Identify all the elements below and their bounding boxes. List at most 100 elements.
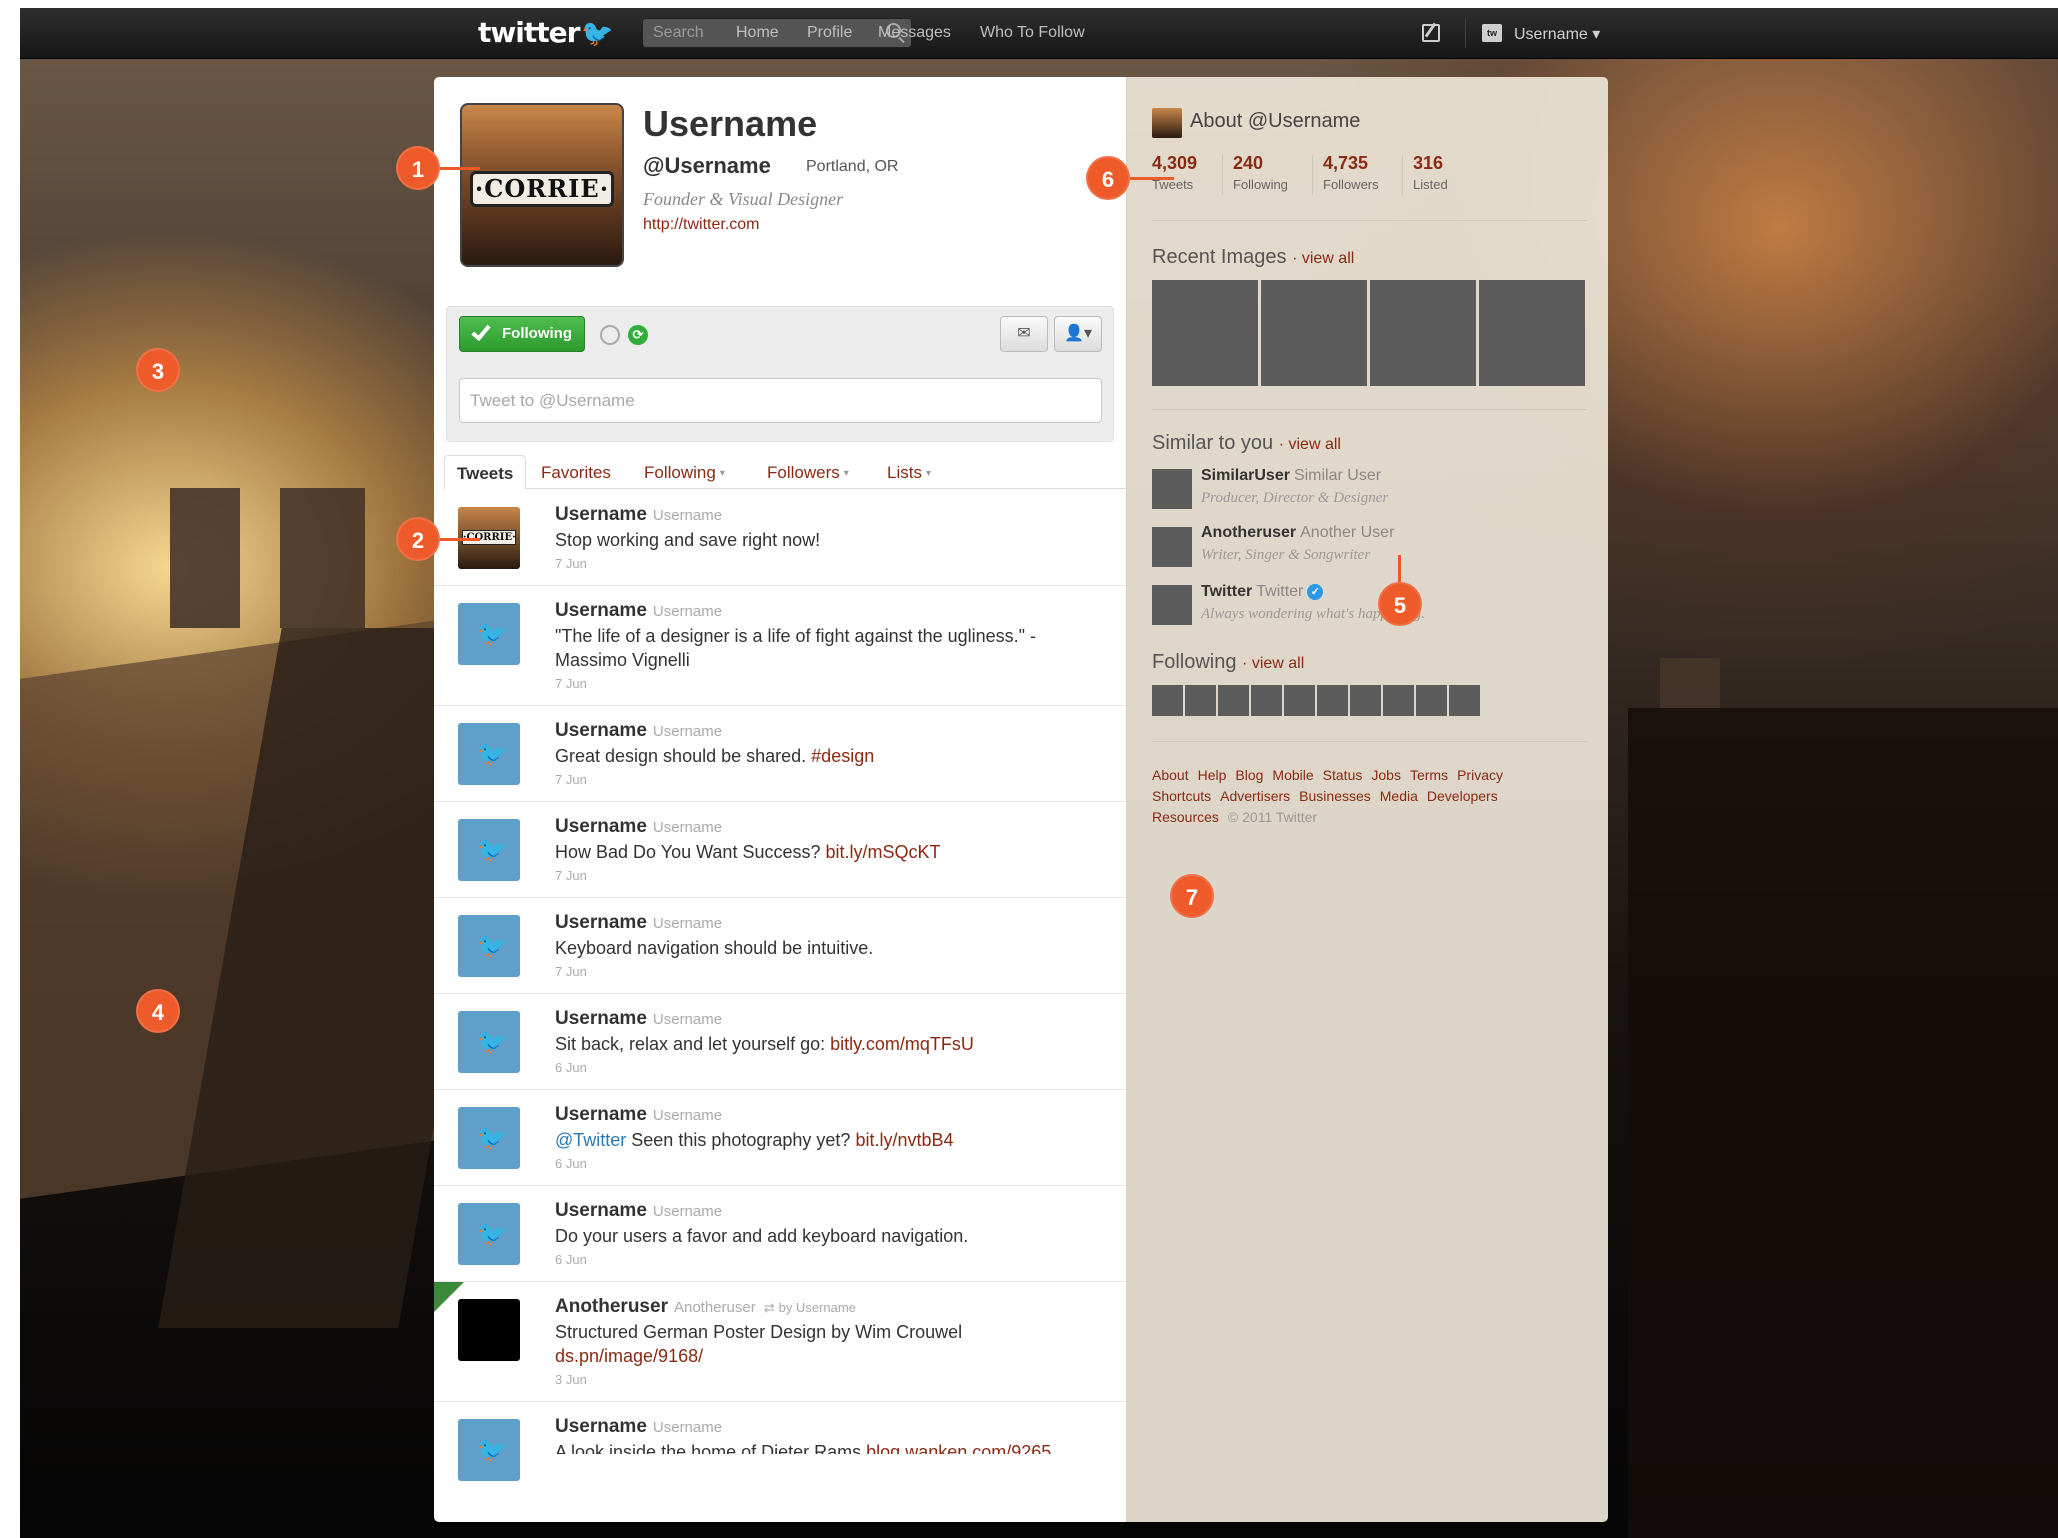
nav-messages[interactable]: Messages (878, 24, 951, 42)
tweet-item[interactable]: 🐦 Username Username A look inside the hom… (434, 1402, 1126, 1522)
tweet-date[interactable]: 7 Jun (555, 676, 587, 691)
footer-link-media[interactable]: Media (1380, 788, 1418, 804)
following-button[interactable]: Following (459, 316, 585, 352)
similar-user-avatar[interactable] (1152, 469, 1192, 509)
tweet-item[interactable]: 🐦 Username Username Sit back, relax and l… (434, 994, 1126, 1090)
tab-lists[interactable]: Lists ▾ (887, 463, 931, 483)
similar-user-avatar[interactable] (1152, 585, 1192, 625)
tweet-item[interactable]: 🐦 Username Username Keyboard navigation s… (434, 898, 1126, 994)
tweet-link[interactable]: bit.ly/mSQcKT (825, 842, 940, 862)
following-avatar[interactable] (1317, 685, 1348, 716)
nav-home[interactable]: Home (736, 24, 779, 42)
stat-following[interactable]: 240 Following (1233, 153, 1288, 192)
footer-link-status[interactable]: Status (1323, 767, 1363, 783)
tweet-avatar[interactable]: 🐦 (458, 1419, 520, 1481)
tab-tweets[interactable]: Tweets (444, 455, 527, 490)
tweet-avatar[interactable] (458, 1299, 520, 1361)
following-avatar[interactable] (1416, 685, 1447, 716)
tweet-link[interactable]: bit.ly/nvtbB4 (855, 1130, 953, 1150)
recent-image[interactable] (1261, 280, 1367, 386)
message-button[interactable]: ✉ (1000, 316, 1048, 352)
tweet-item[interactable]: 🐦 Username Username "The life of a design… (434, 586, 1126, 706)
tweet-avatar[interactable]: 🐦 (458, 1203, 520, 1265)
tweet-item[interactable]: 🐦 Username Username @Twitter Seen this ph… (434, 1090, 1126, 1186)
footer-link-privacy[interactable]: Privacy (1457, 767, 1503, 783)
tweet-item[interactable]: Anotheruser Anotheruser ⇄ by Username Struc… (434, 1282, 1126, 1402)
footer-link-shortcuts[interactable]: Shortcuts (1152, 788, 1211, 804)
footer-link-developers[interactable]: Developers (1427, 788, 1498, 804)
tweet-author[interactable]: Username Username (555, 816, 722, 838)
tweet-date[interactable]: 3 Jun (555, 1372, 587, 1387)
footer-link-jobs[interactable]: Jobs (1371, 767, 1401, 783)
tweet-date[interactable]: 7 Jun (555, 868, 587, 883)
tweet-author[interactable]: Username Username (555, 912, 722, 934)
recent-image[interactable] (1152, 280, 1258, 386)
following-avatar[interactable] (1185, 685, 1216, 716)
similar-view-all[interactable]: · view all (1279, 436, 1341, 453)
similar-user-name[interactable]: Twitter Twitter ✓ (1201, 583, 1324, 601)
retweets-icon[interactable]: ⟳ (628, 325, 648, 345)
footer-link-businesses[interactable]: Businesses (1299, 788, 1371, 804)
tweet-to-input[interactable]: Tweet to @Username (459, 378, 1102, 423)
tweet-item[interactable]: 🐦 Username Username How Bad Do You Want S… (434, 802, 1126, 898)
tweet-item[interactable]: 🐦 Username Username Great design should b… (434, 706, 1126, 802)
stat-tweets[interactable]: 4,309 Tweets (1152, 153, 1197, 192)
tweet-avatar[interactable]: 🐦 (458, 723, 520, 785)
tweet-avatar[interactable]: 🐦 (458, 1011, 520, 1073)
recent-images-view-all[interactable]: · view all (1292, 250, 1354, 267)
following-avatar[interactable] (1350, 685, 1381, 716)
stat-listed[interactable]: 316 Listed (1413, 153, 1448, 192)
tweet-author[interactable]: Username Username (555, 600, 722, 622)
profile-url[interactable]: http://twitter.com (643, 216, 759, 234)
user-actions-button[interactable]: 👤▾ (1054, 316, 1102, 352)
tweet-item[interactable]: 🐦 Username Username Do your users a favor… (434, 1186, 1126, 1282)
tweet-author[interactable]: Username Username (555, 504, 722, 526)
footer-link-blog[interactable]: Blog (1235, 767, 1263, 783)
tweet-avatar[interactable]: 🐦 (458, 603, 520, 665)
tweet-date[interactable]: 7 Jun (555, 772, 587, 787)
tab-followers[interactable]: Followers ▾ (767, 463, 849, 483)
similar-user-name[interactable]: Anotheruser Another User (1201, 524, 1394, 542)
tweet-author[interactable]: Username Username (555, 720, 722, 742)
tweet-mention[interactable]: @Twitter (555, 1130, 626, 1150)
tweet-item[interactable]: ·CORRIE· Username Username Stop working a… (434, 490, 1126, 586)
footer-link-terms[interactable]: Terms (1410, 767, 1448, 783)
tweet-avatar[interactable]: 🐦 (458, 1107, 520, 1169)
retweeted-by[interactable]: by Username (779, 1300, 856, 1315)
following-avatar[interactable] (1383, 685, 1414, 716)
tweet-link[interactable]: blog.wanken.com/9265 (866, 1442, 1051, 1454)
recent-image[interactable] (1370, 280, 1476, 386)
following-avatar[interactable] (1218, 685, 1249, 716)
footer-link-mobile[interactable]: Mobile (1272, 767, 1313, 783)
following-avatar[interactable] (1251, 685, 1282, 716)
tweet-date[interactable]: 6 Jun (555, 1252, 587, 1267)
tweet-author[interactable]: Username Username (555, 1416, 722, 1438)
account-menu[interactable]: Username ▾ (1514, 24, 1600, 44)
similar-user-name[interactable]: SimilarUser Similar User (1201, 467, 1381, 485)
footer-link-advertisers[interactable]: Advertisers (1220, 788, 1290, 804)
nav-profile[interactable]: Profile (807, 24, 852, 42)
twitter-logo[interactable]: twitter🐦 (478, 16, 614, 49)
tweet-date[interactable]: 6 Jun (555, 1060, 587, 1075)
nav-who-to-follow[interactable]: Who To Follow (980, 24, 1085, 42)
footer-link-help[interactable]: Help (1198, 767, 1227, 783)
following-avatar[interactable] (1449, 685, 1480, 716)
tweet-link[interactable]: bitly.com/mqTFsU (830, 1034, 974, 1054)
tab-favorites[interactable]: Favorites (541, 463, 611, 483)
tweet-avatar[interactable]: 🐦 (458, 915, 520, 977)
stat-followers[interactable]: 4,735 Followers (1323, 153, 1379, 192)
tweet-link[interactable]: ds.pn/image/9168/ (555, 1346, 703, 1366)
recent-image[interactable] (1479, 280, 1585, 386)
footer-link-resources[interactable]: Resources (1152, 809, 1219, 825)
tweet-date[interactable]: 7 Jun (555, 964, 587, 979)
account-icon[interactable]: tw (1482, 24, 1502, 42)
tweet-author[interactable]: Username Username (555, 1104, 722, 1126)
similar-user-avatar[interactable] (1152, 527, 1192, 567)
following-view-all[interactable]: · view all (1242, 655, 1304, 672)
tweet-date[interactable]: 6 Jun (555, 1156, 587, 1171)
tweet-avatar[interactable]: 🐦 (458, 819, 520, 881)
tweet-author[interactable]: Username Username (555, 1008, 722, 1030)
following-avatar[interactable] (1284, 685, 1315, 716)
profile-avatar[interactable]: ·CORRIE· (460, 103, 624, 267)
footer-link-about[interactable]: About (1152, 767, 1189, 783)
